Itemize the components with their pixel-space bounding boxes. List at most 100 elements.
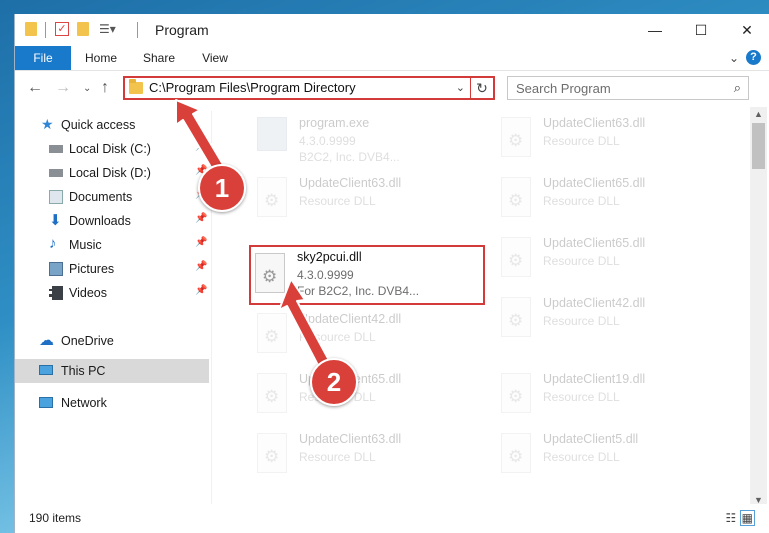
dll-file-icon [501,433,531,473]
file-description: Resource DLL [543,314,620,328]
file-description: Resource DLL [543,390,620,404]
documents-icon [49,190,63,204]
sidebar-item-onedrive[interactable]: ☁ OneDrive [15,329,209,353]
vertical-scrollbar[interactable]: ▲ ▼ [750,107,767,507]
details-view-icon[interactable]: ☷ [726,511,737,525]
file-name: UpdateClient63.dll [299,176,402,190]
sidebar-item-documents[interactable]: Documents 📌 [15,185,209,209]
recent-locations-button[interactable]: ⌄ [83,83,91,94]
file-description: Resource DLL [543,254,620,268]
folder-icon [129,79,143,94]
network-icon [39,397,53,408]
sidebar-item-music[interactable]: ♪ Music 📌 [15,233,209,257]
up-button[interactable]: ↑ [101,79,109,97]
file-name: UpdateClient65.dll [543,236,646,250]
tab-view[interactable]: View [191,46,239,70]
scroll-up-icon[interactable]: ▲ [754,109,763,119]
sidebar-item-label: Music [69,238,102,252]
search-input[interactable]: Search Program [516,81,611,96]
forward-button[interactable]: → [55,79,71,97]
file-tile[interactable]: UpdateClient19.dll Resource DLL [495,369,725,429]
sidebar-item-label: Local Disk (D:) [69,166,151,180]
file-tile-highlighted[interactable]: sky2pcui.dll 4.3.0.9999 For B2C2, Inc. D… [249,245,485,305]
onedrive-icon: ☁ [39,332,54,349]
file-description: Resource DLL [299,450,376,464]
explorer-window: ✓ ☰▾ Program — ☐ ✕ File Home Share View … [14,14,769,533]
music-icon: ♪ [49,235,57,252]
tab-share[interactable]: Share [135,46,183,70]
tab-home[interactable]: Home [77,46,125,70]
customize-quick-access-icon[interactable]: ☰▾ [99,22,116,36]
sidebar-item-local-disk-d[interactable]: Local Disk (D:) 📌 [15,161,209,185]
file-name: UpdateClient63.dll [299,432,402,446]
sidebar-item-quick-access[interactable]: ★ Quick access [15,113,209,137]
file-tile[interactable]: UpdateClient63.dll Resource DLL [495,113,725,173]
address-bar[interactable]: C:\Program Files\Program Directory ⌄ ↻ [123,76,495,100]
file-tile[interactable]: UpdateClient65.dll Resource DLL [251,369,481,429]
file-name: UpdateClient5.dll [543,432,639,446]
sidebar-item-local-disk-c[interactable]: Local Disk (C:) 📌 [15,137,209,161]
search-box[interactable]: Search Program ⌕ [507,76,749,100]
sidebar-item-label: OneDrive [61,334,114,348]
back-button[interactable]: ← [27,79,43,97]
file-tile[interactable]: UpdateClient42.dll Resource DLL [495,293,725,353]
downloads-icon: ⬇ [49,212,62,229]
file-description: Resource DLL [543,450,620,464]
ribbon-tabs: File Home Share View ⌄ ? [15,46,769,71]
file-description: For B2C2, Inc. DVB4... [297,284,420,298]
dll-file-icon [501,373,531,413]
dll-file-icon [501,297,531,337]
help-button[interactable]: ? [746,50,761,65]
search-icon[interactable]: ⌕ [734,80,741,96]
chevron-down-icon[interactable]: ⌄ [456,81,465,94]
properties-icon[interactable]: ✓ [55,22,69,36]
refresh-button[interactable]: ↻ [470,78,493,98]
file-tile[interactable]: UpdateClient65.dll Resource DLL [495,173,725,233]
address-path[interactable]: C:\Program Files\Program Directory [149,80,356,95]
file-name: UpdateClient42.dll [543,296,646,310]
file-name: UpdateClient42.dll [299,312,402,326]
dll-file-icon [257,313,287,353]
tab-file[interactable]: File [15,46,71,70]
scrollbar-thumb[interactable] [752,123,765,169]
sidebar-item-downloads[interactable]: ⬇ Downloads 📌 [15,209,209,233]
file-tile[interactable]: UpdateClient42.dll Resource DLL [251,309,481,369]
drive-icon [49,145,63,153]
dll-file-icon [501,237,531,277]
dll-file-icon [257,373,287,413]
sidebar-item-videos[interactable]: Videos 📌 [15,281,209,305]
dll-file-icon [501,117,531,157]
file-description: Resource DLL [299,194,376,208]
pin-icon: 📌 [195,237,208,248]
sidebar-item-network[interactable]: Network [15,391,209,415]
file-description: B2C2, Inc. DVB4... [299,150,400,164]
sidebar-item-label: Quick access [61,118,136,132]
file-description: Resource DLL [299,330,376,344]
file-name: UpdateClient19.dll [543,372,646,386]
new-folder-icon[interactable] [77,22,89,36]
maximize-button[interactable]: ☐ [678,14,724,46]
item-count: 190 items [29,511,82,525]
step-badge-2: 2 [310,358,358,406]
videos-icon [49,286,63,300]
file-tile[interactable]: program.exe 4.3.0.9999 B2C2, Inc. DVB4..… [251,113,481,173]
expand-ribbon-icon[interactable]: ⌄ [729,51,739,65]
drive-icon [49,169,63,177]
view-toggle[interactable]: ☷ ▦ [726,510,755,526]
sidebar-item-label: Videos [69,286,107,300]
dll-file-icon [255,253,285,293]
file-tile[interactable]: UpdateClient63.dll Resource DLL [251,173,481,233]
sidebar-item-label: Network [61,396,107,410]
close-button[interactable]: ✕ [724,14,769,46]
sidebar-item-this-pc[interactable]: This PC [15,359,209,383]
sidebar-item-pictures[interactable]: Pictures 📌 [15,257,209,281]
exe-file-icon [257,117,287,151]
file-tile[interactable]: UpdateClient63.dll Resource DLL [251,429,481,489]
file-name: UpdateClient65.dll [543,176,646,190]
file-tile[interactable]: UpdateClient5.dll Resource DLL [495,429,725,489]
file-tile[interactable]: UpdateClient65.dll Resource DLL [495,233,725,293]
file-version: 4.3.0.9999 [299,134,356,148]
large-icons-view-icon[interactable]: ▦ [739,510,755,526]
minimize-button[interactable]: — [632,14,678,46]
file-list: program.exe 4.3.0.9999 B2C2, Inc. DVB4..… [225,107,755,507]
